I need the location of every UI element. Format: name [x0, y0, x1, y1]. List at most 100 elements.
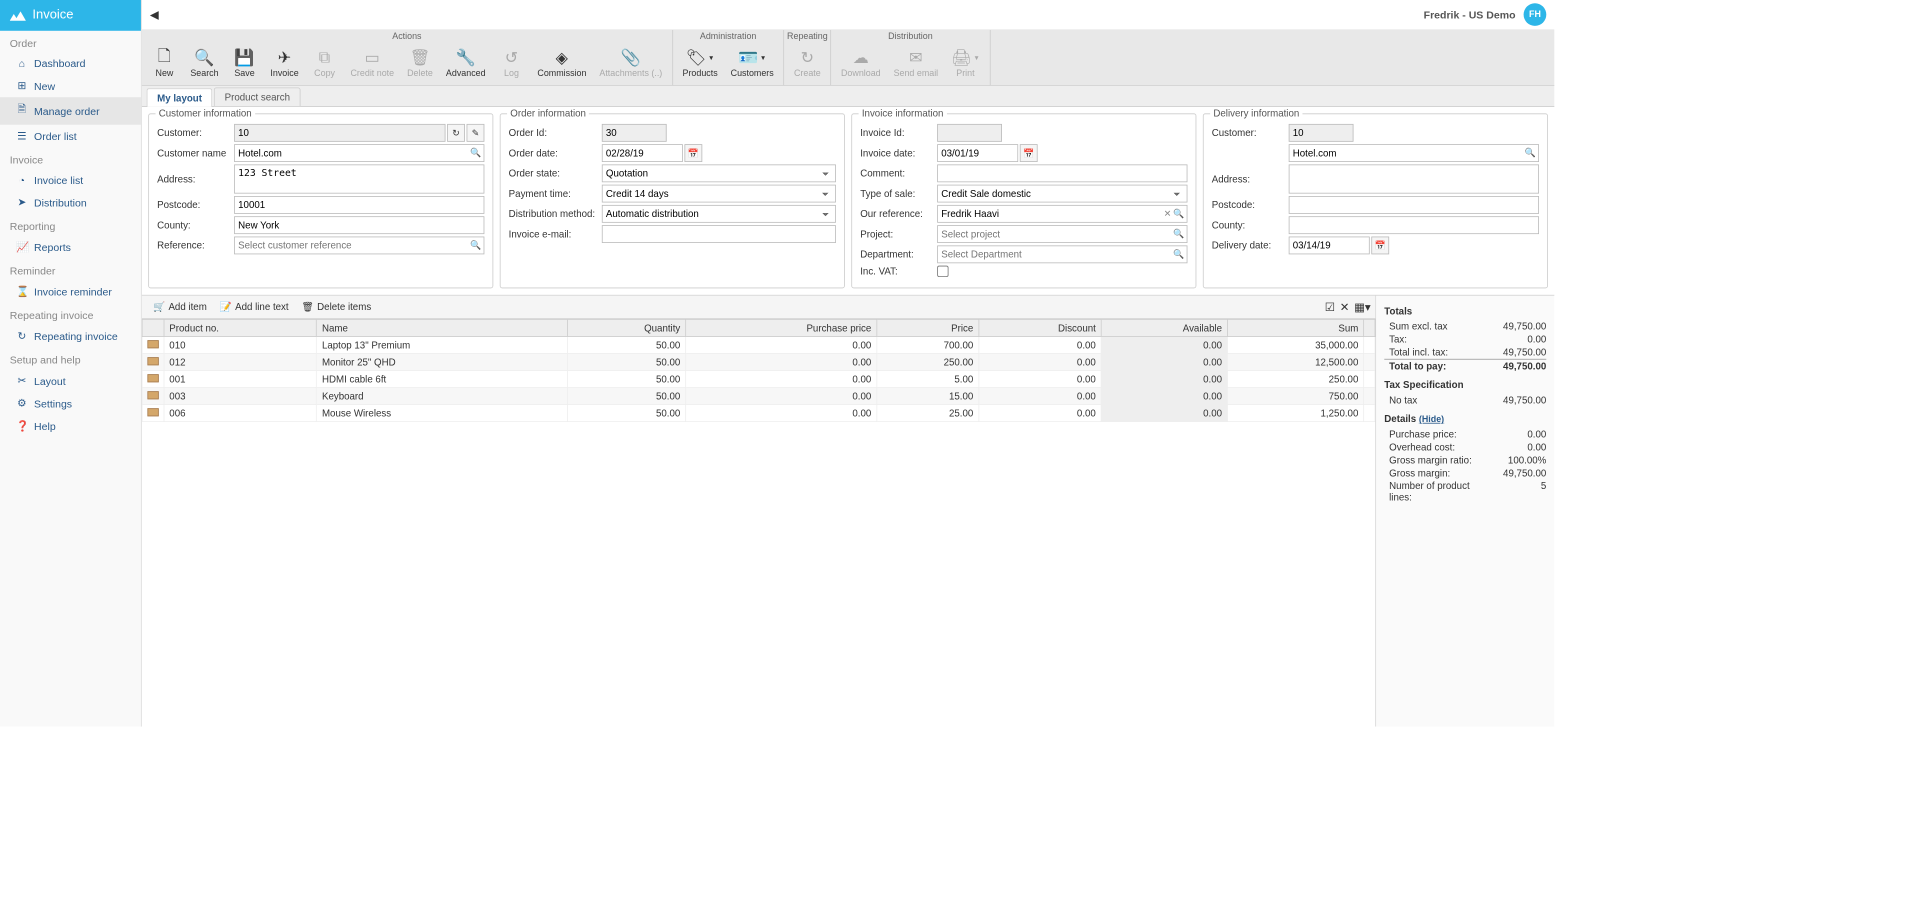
col-available[interactable]: Available [1101, 320, 1227, 337]
cell-available[interactable]: 0.00 [1101, 354, 1227, 371]
cell-purchase[interactable]: 0.00 [686, 337, 877, 354]
sidebar-item-manage-order[interactable]: 🗎Manage order [0, 97, 141, 125]
comment-input[interactable] [937, 164, 1187, 182]
cell-quantity[interactable]: 50.00 [567, 371, 685, 388]
cell-name[interactable]: Monitor 25" QHD [317, 354, 567, 371]
sale-type-select[interactable]: Credit Sale domestic [937, 185, 1187, 203]
table-row[interactable]: 001HDMI cable 6ft50.000.005.000.000.0025… [142, 371, 1375, 388]
invoice-button[interactable]: ✈Invoice [264, 45, 305, 82]
cell-discount[interactable]: 0.00 [979, 337, 1102, 354]
address-input[interactable]: 123 Street [234, 164, 484, 193]
department-input[interactable] [937, 245, 1187, 263]
search-icon[interactable]: 🔍 [470, 147, 481, 158]
cell-sum[interactable]: 250.00 [1227, 371, 1363, 388]
delivery-date-input[interactable] [1289, 237, 1370, 255]
cell-product-no[interactable]: 003 [164, 388, 317, 405]
cell-purchase[interactable]: 0.00 [686, 354, 877, 371]
project-input[interactable] [937, 225, 1187, 243]
payment-time-select[interactable]: Credit 14 days [602, 185, 836, 203]
sidebar-item-settings[interactable]: ⚙Settings [0, 392, 141, 415]
cell-available[interactable]: 0.00 [1101, 405, 1227, 422]
cell-quantity[interactable]: 50.00 [567, 337, 685, 354]
collapse-toggle[interactable]: ◀ [150, 8, 159, 22]
cell-quantity[interactable]: 50.00 [567, 388, 685, 405]
cell-name[interactable]: Laptop 13" Premium [317, 337, 567, 354]
sidebar-item-new[interactable]: ⊞New [0, 75, 141, 98]
table-row[interactable]: 010Laptop 13" Premium50.000.00700.000.00… [142, 337, 1375, 354]
add-line-button[interactable]: 📝Add line text [213, 299, 295, 315]
calendar-icon[interactable]: 📅 [1020, 144, 1038, 162]
sidebar-item-invoice-list[interactable]: ◔Invoice list [0, 169, 141, 191]
distribution-select[interactable]: Automatic distribution [602, 205, 836, 223]
sidebar-item-repeating-invoice[interactable]: ↻Repeating invoice [0, 325, 141, 348]
customer-name-input[interactable] [234, 144, 484, 162]
cell-sum[interactable]: 12,500.00 [1227, 354, 1363, 371]
reference-input[interactable] [234, 237, 484, 255]
cell-product-no[interactable]: 012 [164, 354, 317, 371]
sidebar-item-help[interactable]: ❓Help [0, 415, 141, 438]
cell-price[interactable]: 700.00 [877, 337, 979, 354]
our-reference-input[interactable] [937, 205, 1187, 223]
calendar-icon[interactable]: 📅 [1371, 237, 1389, 255]
edit-icon[interactable]: ✎ [467, 124, 485, 142]
col-icon[interactable] [142, 320, 164, 337]
invoice-date-input[interactable] [937, 144, 1018, 162]
search-icon[interactable]: 🔍 [1173, 228, 1184, 239]
col-name[interactable]: Name [317, 320, 567, 337]
add-item-button[interactable]: 🛒Add item [147, 299, 214, 315]
cell-product-no[interactable]: 001 [164, 371, 317, 388]
table-row[interactable]: 012Monitor 25" QHD50.000.00250.000.000.0… [142, 354, 1375, 371]
col-discount[interactable]: Discount [979, 320, 1102, 337]
cell-quantity[interactable]: 50.00 [567, 354, 685, 371]
sidebar-item-distribution[interactable]: ➤Distribution [0, 191, 141, 214]
sidebar-item-reports[interactable]: 📈Reports [0, 236, 141, 259]
check-icon[interactable]: ☑ [1325, 300, 1335, 314]
hide-link[interactable]: (Hide) [1419, 415, 1444, 425]
cell-sum[interactable]: 1,250.00 [1227, 405, 1363, 422]
advanced-button[interactable]: 🔧Advanced [439, 45, 492, 82]
calendar-icon[interactable]: 📅 [684, 144, 702, 162]
sidebar-item-invoice-reminder[interactable]: ⌛Invoice reminder [0, 280, 141, 303]
cell-discount[interactable]: 0.00 [979, 388, 1102, 405]
cell-price[interactable]: 5.00 [877, 371, 979, 388]
cell-purchase[interactable]: 0.00 [686, 405, 877, 422]
col-quantity[interactable]: Quantity [567, 320, 685, 337]
search-button[interactable]: 🔍Search [184, 45, 225, 82]
customer-id-input[interactable] [234, 124, 445, 142]
new-button[interactable]: 🗋New [145, 45, 184, 82]
invoice-id-input[interactable] [937, 124, 1002, 142]
cell-price[interactable]: 15.00 [877, 388, 979, 405]
col-price[interactable]: Price [877, 320, 979, 337]
cell-product-no[interactable]: 010 [164, 337, 317, 354]
cell-name[interactable]: Keyboard [317, 388, 567, 405]
tab-product-search[interactable]: Product search [214, 87, 300, 106]
order-date-input[interactable] [602, 144, 683, 162]
sidebar-item-order-list[interactable]: ☰Order list [0, 125, 141, 148]
close-icon[interactable]: ✕ [1340, 300, 1350, 314]
delete-items-button[interactable]: 🗑Delete items [295, 299, 378, 315]
delivery-county-input[interactable] [1289, 216, 1539, 234]
cell-price[interactable]: 25.00 [877, 405, 979, 422]
cell-discount[interactable]: 0.00 [979, 371, 1102, 388]
cell-discount[interactable]: 0.00 [979, 354, 1102, 371]
search-icon[interactable]: 🔍 [470, 240, 481, 251]
order-state-select[interactable]: Quotation [602, 164, 836, 182]
cell-purchase[interactable]: 0.00 [686, 388, 877, 405]
cell-discount[interactable]: 0.00 [979, 405, 1102, 422]
cell-name[interactable]: Mouse Wireless [317, 405, 567, 422]
table-row[interactable]: 006Mouse Wireless50.000.0025.000.000.001… [142, 405, 1375, 422]
cell-name[interactable]: HDMI cable 6ft [317, 371, 567, 388]
clear-icon[interactable]: ✕ [1164, 208, 1171, 219]
postcode-input[interactable] [234, 196, 484, 214]
cell-purchase[interactable]: 0.00 [686, 371, 877, 388]
customers-button[interactable]: 🪪▼Customers [724, 45, 780, 82]
search-icon[interactable]: 🔍 [1173, 249, 1184, 260]
refresh-icon[interactable]: ↻ [447, 124, 465, 142]
sidebar-item-dashboard[interactable]: ⌂Dashboard [0, 53, 141, 75]
save-button[interactable]: 💾Save [225, 45, 264, 82]
cell-available[interactable]: 0.00 [1101, 337, 1227, 354]
invoice-email-input[interactable] [602, 225, 836, 243]
cell-price[interactable]: 250.00 [877, 354, 979, 371]
commission-button[interactable]: ◈Commission [531, 45, 593, 82]
cell-sum[interactable]: 750.00 [1227, 388, 1363, 405]
